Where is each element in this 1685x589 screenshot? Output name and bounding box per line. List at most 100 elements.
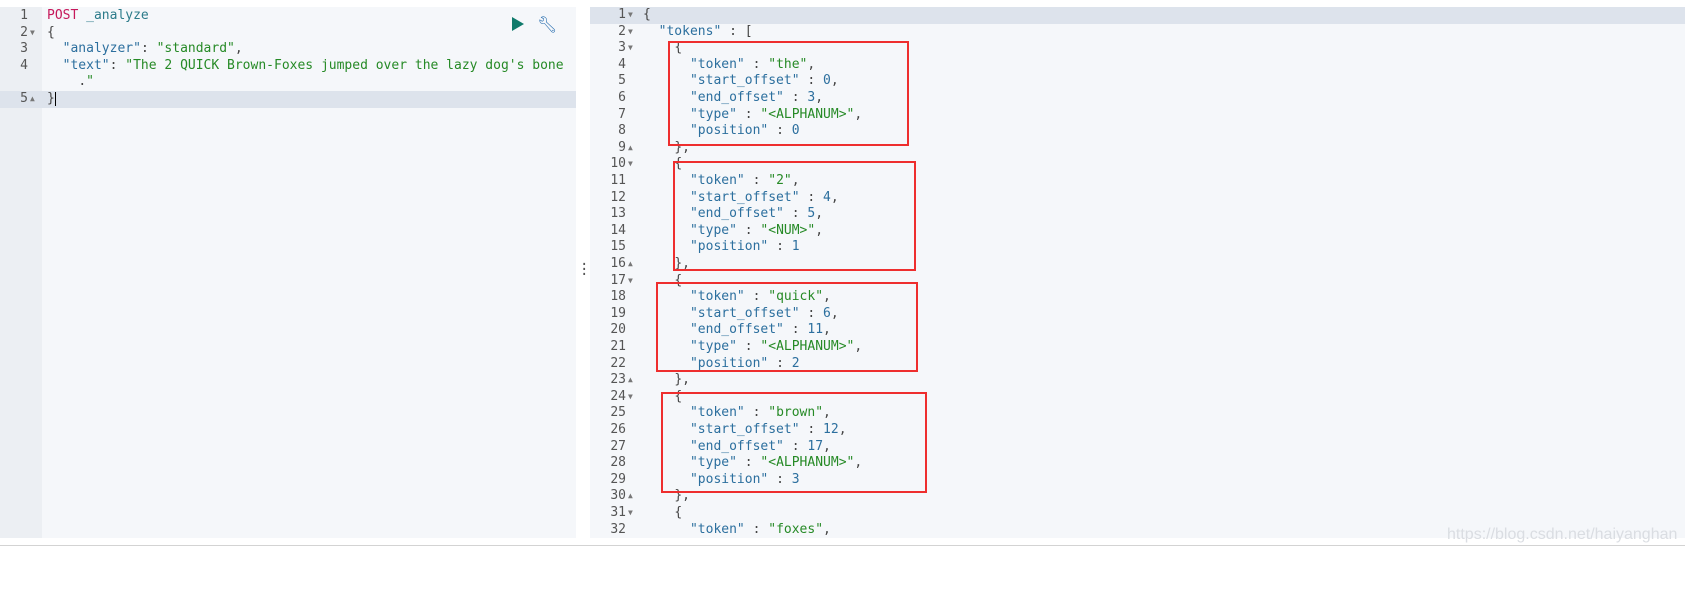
code-token: : <box>721 23 737 39</box>
line-number: 14 <box>610 222 626 238</box>
line-number: 24 <box>610 388 626 404</box>
wrench-icon[interactable]: 🔧︎ <box>537 15 557 34</box>
line-number: 1 <box>618 7 626 22</box>
code-token: { <box>674 505 683 520</box>
highlight-box <box>673 161 916 271</box>
fold-up-icon[interactable]: ▲ <box>30 91 35 108</box>
line-number: 32 <box>610 521 626 537</box>
code-line: 1 POST _analyze <box>0 8 576 25</box>
code-text: ." <box>47 74 94 91</box>
code-line: 5 ▲} <box>0 91 576 108</box>
fold-down-icon[interactable]: ▼ <box>628 273 633 290</box>
code-line: 31 ▼ { <box>590 505 1685 522</box>
line-number: 19 <box>610 305 626 321</box>
code-text: "analyzer": "standard", <box>47 41 243 58</box>
code-text: } <box>47 91 56 108</box>
line-number: 12 <box>610 189 626 205</box>
code-token: "analyzer" <box>62 41 141 57</box>
code-token: [ <box>744 23 753 39</box>
fold-down-icon[interactable]: ▼ <box>628 40 633 57</box>
line-number: 1 <box>20 8 28 23</box>
fold-down-icon[interactable]: ▼ <box>628 7 633 24</box>
line-number: 10 <box>610 156 626 172</box>
code-token: : <box>744 521 761 537</box>
fold-up-icon[interactable]: ▲ <box>628 488 633 505</box>
line-number: 4 <box>618 56 626 72</box>
fold-up-icon[interactable]: ▲ <box>628 372 633 389</box>
request-editor[interactable]: 1 POST _analyze 2 ▼ {3 "analyzer": "standard… <box>0 7 576 538</box>
line-number: 25 <box>610 405 626 421</box>
watermark: https://blog.csdn.net/haiyanghan <box>1447 526 1678 543</box>
code-token: } <box>47 91 55 106</box>
fold-down-icon[interactable]: ▼ <box>30 25 35 42</box>
line-number: 11 <box>610 173 626 188</box>
resize-handle[interactable]: · · · <box>580 258 588 282</box>
code-line: 1 ▼ { <box>590 7 1685 24</box>
line-number: 17 <box>610 272 626 288</box>
line-number: 5 <box>618 73 626 89</box>
play-icon[interactable] <box>512 17 524 31</box>
line-number: 2 <box>20 24 28 40</box>
code-text: { <box>47 25 55 42</box>
fold-down-icon[interactable]: ▼ <box>628 505 633 522</box>
code-line: 2 ▼ "tokens" : [ <box>590 24 1685 41</box>
code-text: "text": "The 2 QUICK Brown-Foxes jumped … <box>47 58 564 75</box>
code-token: " <box>86 74 94 90</box>
text-cursor <box>54 91 56 106</box>
code-token: "tokens" <box>658 23 722 39</box>
line-number: 3 <box>618 40 626 56</box>
fold-up-icon[interactable]: ▲ <box>628 140 633 157</box>
code-token: "standard" <box>156 41 235 57</box>
fold-down-icon[interactable]: ▼ <box>628 389 633 406</box>
line-number: 4 <box>20 57 28 73</box>
line-number: 27 <box>610 438 626 454</box>
code-token: , <box>823 521 831 537</box>
fold-up-icon[interactable]: ▲ <box>628 256 633 273</box>
line-number: 8 <box>618 123 626 139</box>
line-number: 7 <box>618 106 626 122</box>
code-line: 3 "analyzer": "standard", <box>0 41 576 58</box>
fold-down-icon[interactable]: ▼ <box>628 156 633 173</box>
line-number: 13 <box>610 206 626 222</box>
code-line: 23 ▲ }, <box>590 372 1685 389</box>
fold-down-icon[interactable]: ▼ <box>628 24 633 41</box>
code-token: "foxes" <box>768 521 824 537</box>
